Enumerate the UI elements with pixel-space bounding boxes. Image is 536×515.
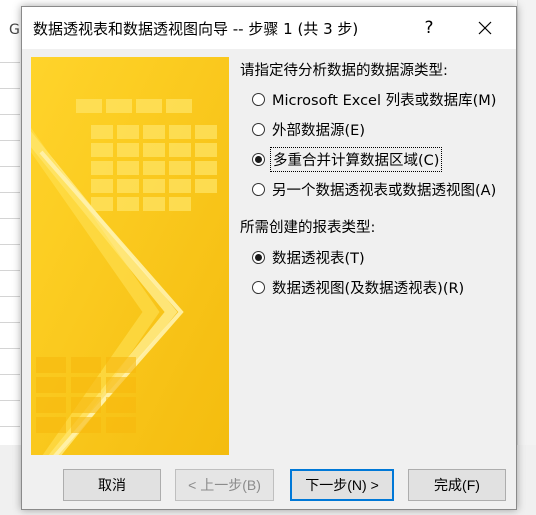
row-gridline: [0, 374, 20, 375]
pivot-wizard-dialog: 数据透视表和数据透视图向导 -- 步骤 1 (共 3 步) ? 请指定待分析数据…: [21, 6, 517, 510]
radio-source-excel-list[interactable]: Microsoft Excel 列表或数据库(M): [252, 88, 496, 110]
radio-label: 数据透视表(T): [272, 250, 365, 267]
help-button[interactable]: ?: [416, 14, 442, 42]
dialog-title: 数据透视表和数据透视图向导 -- 步骤 1 (共 3 步): [33, 20, 359, 38]
dialog-titlebar[interactable]: 数据透视表和数据透视图向导 -- 步骤 1 (共 3 步) ?: [22, 7, 516, 49]
radio-label: Microsoft Excel 列表或数据库(M): [272, 92, 497, 109]
column-header-letter: G: [9, 22, 20, 38]
row-gridline: [0, 348, 20, 349]
radio-button-icon[interactable]: [252, 280, 265, 294]
radio-report-pivot-table[interactable]: 数据透视表(T): [252, 246, 365, 268]
close-icon: [478, 21, 492, 35]
back-button[interactable]: < 上一步(B): [175, 469, 274, 501]
source-type-label: 请指定待分析数据的数据源类型:: [240, 63, 448, 79]
radio-label: 另一个数据透视表或数据透视图(A): [272, 182, 497, 199]
wizard-illustration: [31, 57, 229, 455]
radio-button-icon[interactable]: [252, 182, 265, 196]
radio-source-another-pivot[interactable]: 另一个数据透视表或数据透视图(A): [252, 178, 496, 200]
row-gridline: [0, 322, 20, 323]
row-gridline: [0, 296, 20, 297]
radio-button-selected-icon[interactable]: [252, 250, 265, 264]
row-gridline: [0, 140, 20, 141]
radio-button-icon[interactable]: [252, 122, 265, 136]
radio-button-icon[interactable]: [252, 92, 265, 106]
spreadsheet-right-edge: [517, 0, 536, 515]
radio-label: 多重合并计算数据区域(C): [269, 146, 443, 172]
close-button[interactable]: [471, 14, 499, 42]
cancel-button[interactable]: 取消: [63, 469, 161, 501]
finish-button[interactable]: 完成(F): [408, 469, 506, 501]
row-gridline: [0, 400, 20, 401]
radio-label: 外部数据源(E): [272, 122, 365, 139]
row-gridline: [0, 426, 20, 427]
row-gridline: [0, 218, 20, 219]
radio-label: 数据透视图(及数据透视表)(R): [272, 280, 465, 297]
row-gridline: [0, 62, 20, 63]
radio-report-pivot-chart[interactable]: 数据透视图(及数据透视表)(R): [252, 276, 464, 298]
row-gridline: [0, 192, 20, 193]
row-gridline: [0, 166, 20, 167]
row-gridline: [0, 114, 20, 115]
radio-source-external[interactable]: 外部数据源(E): [252, 118, 365, 140]
help-icon: ?: [424, 18, 434, 38]
pivot-table-illustration-icon: [31, 57, 229, 455]
report-type-label: 所需创建的报表类型:: [240, 220, 376, 236]
radio-button-selected-icon[interactable]: [252, 152, 265, 166]
next-button[interactable]: 下一步(N) >: [290, 469, 394, 501]
row-gridline: [0, 270, 20, 271]
row-gridline: [0, 244, 20, 245]
radio-source-multiple-ranges[interactable]: 多重合并计算数据区域(C): [252, 146, 443, 172]
row-gridline: [0, 88, 20, 89]
